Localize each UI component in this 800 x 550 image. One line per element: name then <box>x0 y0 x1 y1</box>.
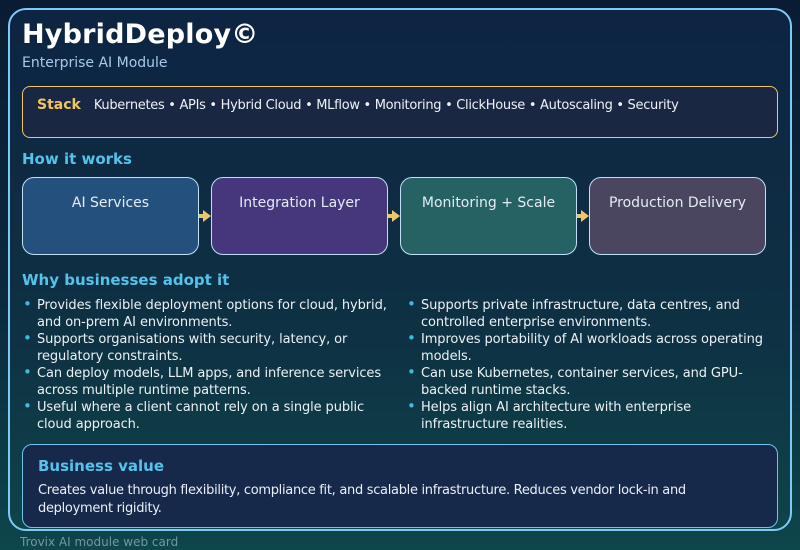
footer-caption: Trovix AI module web card <box>20 535 179 549</box>
list-item: Helps align AI architecture with enterpr… <box>406 398 778 433</box>
list-item: Improves portability of AI workloads acr… <box>406 330 778 365</box>
benefits-list-right: Supports private infrastructure, data ce… <box>406 296 778 433</box>
page-subtitle: Enterprise AI Module <box>22 55 168 71</box>
page-title: HybridDeploy© <box>22 19 259 50</box>
flow-step-monitoring-scale: Monitoring + Scale <box>400 177 577 255</box>
business-value-box: Business value Creates value through fle… <box>22 444 778 528</box>
benefits-list-left: Provides flexible deployment options for… <box>22 296 394 433</box>
stack-bar: Stack Kubernetes • APIs • Hybrid Cloud •… <box>22 86 778 138</box>
product-card: HybridDeploy© Enterprise AI Module Stack… <box>8 8 792 531</box>
how-it-works-heading: How it works <box>22 150 132 168</box>
flow-step-label: Monitoring + Scale <box>421 195 556 211</box>
flow-step-ai-services: AI Services <box>22 177 199 255</box>
list-item: Can use Kubernetes, container services, … <box>406 364 778 399</box>
flow-arrow-icon <box>388 177 400 255</box>
list-item: Supports organisations with security, la… <box>22 330 394 365</box>
benefits-columns: Provides flexible deployment options for… <box>22 296 778 433</box>
stack-label: Stack <box>37 97 81 113</box>
why-adopt-heading: Why businesses adopt it <box>22 271 230 289</box>
business-value-heading: Business value <box>38 457 165 475</box>
list-item: Provides flexible deployment options for… <box>22 296 394 331</box>
flow-step-label: Integration Layer <box>239 195 360 211</box>
flow-arrow-icon <box>577 177 589 255</box>
flow-step-label: Production Delivery <box>608 195 747 211</box>
list-item: Supports private infrastructure, data ce… <box>406 296 778 331</box>
flow-arrow-icon <box>199 177 211 255</box>
business-value-text: Creates value through flexibility, compl… <box>38 483 686 516</box>
flow-step-production-delivery: Production Delivery <box>589 177 766 255</box>
flow-step-label: AI Services <box>71 195 150 211</box>
flow-step-integration-layer: Integration Layer <box>211 177 388 255</box>
list-item: Can deploy models, LLM apps, and inferen… <box>22 364 394 399</box>
stack-items-list: Kubernetes • APIs • Hybrid Cloud • MLflo… <box>93 98 679 113</box>
list-item: Useful where a client cannot rely on a s… <box>22 398 394 433</box>
workflow-diagram: AI Services Integration Layer Monitoring… <box>22 177 766 255</box>
